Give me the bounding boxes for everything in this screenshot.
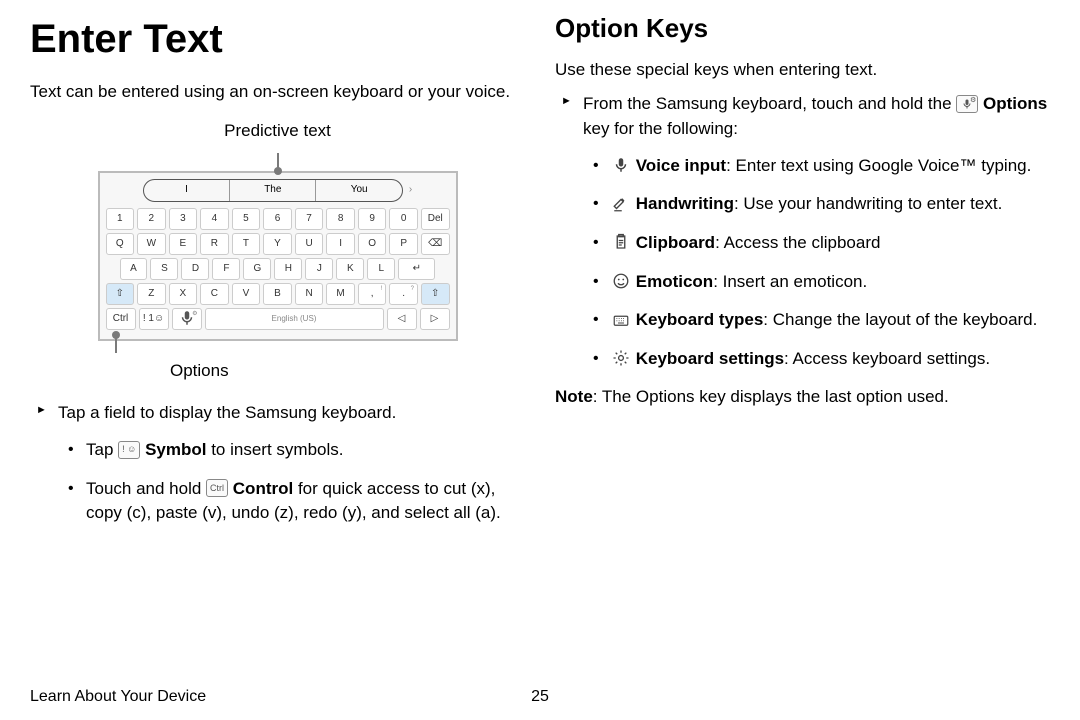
key-g: G	[243, 258, 271, 280]
key-4: 4	[200, 208, 229, 230]
key-row-1: 1 2 3 4 5 6 7 8 9 0 Del	[106, 208, 450, 230]
callout-connector-bottom	[115, 335, 117, 353]
key-x: X	[169, 283, 198, 305]
key-f: F	[212, 258, 240, 280]
key-enter: ↵	[398, 258, 435, 280]
option-keyboard-types: Keyboard types: Change the layout of the…	[583, 308, 1050, 333]
options-label: Options	[170, 361, 229, 380]
options-key-icon: ⚙	[956, 95, 978, 113]
key-arrow-right: ▷	[420, 308, 450, 330]
key-symbol: ! 1☺	[139, 308, 169, 330]
key-space: English (US)	[205, 308, 384, 330]
key-h: H	[274, 258, 302, 280]
option-voice-input: Voice input: Enter text using Google Voi…	[583, 154, 1050, 179]
key-0: 0	[389, 208, 418, 230]
key-9: 9	[358, 208, 387, 230]
key-6: 6	[263, 208, 292, 230]
predictive-label: Predictive text	[30, 119, 525, 144]
key-u: U	[295, 233, 324, 255]
key-t: T	[232, 233, 261, 255]
option-keys-intro: Use these special keys when entering tex…	[555, 58, 1050, 83]
key-row-3: A S D F G H J K L ↵	[106, 258, 450, 280]
predict-3: You	[316, 180, 401, 201]
key-row-2: Q W E R T Y U I O P ⌫	[106, 233, 450, 255]
key-z: Z	[137, 283, 166, 305]
key-7: 7	[295, 208, 324, 230]
mic-icon	[611, 156, 631, 174]
key-s: S	[150, 258, 178, 280]
key-v: V	[232, 283, 261, 305]
predictive-text-bar: I The You	[143, 179, 403, 202]
note-text: Note: The Options key displays the last …	[555, 385, 1050, 410]
footer-section: Learn About Your Device	[30, 685, 206, 708]
ctrl-key-icon: Ctrl	[206, 479, 228, 497]
key-e: E	[169, 233, 198, 255]
key-5: 5	[232, 208, 261, 230]
section-title-option-keys: Option Keys	[555, 10, 1050, 48]
predict-1: I	[144, 180, 230, 201]
handwriting-icon	[611, 195, 631, 213]
key-c: C	[200, 283, 229, 305]
step-options-key: From the Samsung keyboard, touch and hol…	[555, 92, 1050, 371]
key-options-mic: ⚙	[172, 308, 202, 330]
callout-connector-top	[277, 153, 279, 171]
key-p: P	[389, 233, 418, 255]
key-i: I	[326, 233, 355, 255]
key-m: M	[326, 283, 355, 305]
key-row-5: Ctrl ! 1☺ ⚙ English (US) ◁ ▷	[106, 308, 450, 330]
keyboard-illustration: I The You › 1 2 3 4 5 6 7 8 9 0	[98, 171, 458, 341]
option-emoticon: Emoticon: Insert an emoticon.	[583, 270, 1050, 295]
key-1: 1	[106, 208, 135, 230]
key-backspace: ⌫	[421, 233, 450, 255]
key-8: 8	[326, 208, 355, 230]
key-w: W	[137, 233, 166, 255]
option-handwriting: Handwriting: Use your handwriting to ent…	[583, 192, 1050, 217]
key-arrow-left: ◁	[387, 308, 417, 330]
keyboard-figure: Predictive text I The You › 1 2 3 4 5	[30, 119, 525, 384]
page-title: Enter Text	[30, 10, 525, 68]
key-b: B	[263, 283, 292, 305]
keyboard-icon	[611, 311, 631, 329]
key-n: N	[295, 283, 324, 305]
option-keyboard-settings: Keyboard settings: Access keyboard setti…	[583, 347, 1050, 372]
key-shift-right: ⇧	[421, 283, 450, 305]
key-k: K	[336, 258, 364, 280]
clipboard-icon	[611, 233, 631, 251]
key-row-4: ⇧ Z X C V B N M ,! .? ⇧	[106, 283, 450, 305]
key-ctrl: Ctrl	[106, 308, 136, 330]
key-l: L	[367, 258, 395, 280]
key-3: 3	[169, 208, 198, 230]
step-tap-field: Tap a field to display the Samsung keybo…	[30, 401, 525, 526]
gear-icon	[611, 349, 631, 367]
key-a: A	[120, 258, 148, 280]
substep-control: Touch and hold Ctrl Control for quick ac…	[58, 477, 525, 526]
key-comma: ,!	[358, 283, 387, 305]
key-period: .?	[389, 283, 418, 305]
symbol-key-icon: ! ☺	[118, 441, 140, 459]
substep-symbol: Tap ! ☺ Symbol to insert symbols.	[58, 438, 525, 463]
emoticon-icon	[611, 272, 631, 290]
key-d: D	[181, 258, 209, 280]
key-q: Q	[106, 233, 135, 255]
key-r: R	[200, 233, 229, 255]
key-y: Y	[263, 233, 292, 255]
key-shift-left: ⇧	[106, 283, 135, 305]
key-del: Del	[421, 208, 450, 230]
footer-page-number: 25	[531, 685, 549, 708]
option-clipboard: Clipboard: Access the clipboard	[583, 231, 1050, 256]
predict-2: The	[230, 180, 316, 201]
key-o: O	[358, 233, 387, 255]
intro-text: Text can be entered using an on-screen k…	[30, 80, 525, 105]
key-j: J	[305, 258, 333, 280]
predict-expand-icon: ›	[409, 183, 412, 198]
key-2: 2	[137, 208, 166, 230]
